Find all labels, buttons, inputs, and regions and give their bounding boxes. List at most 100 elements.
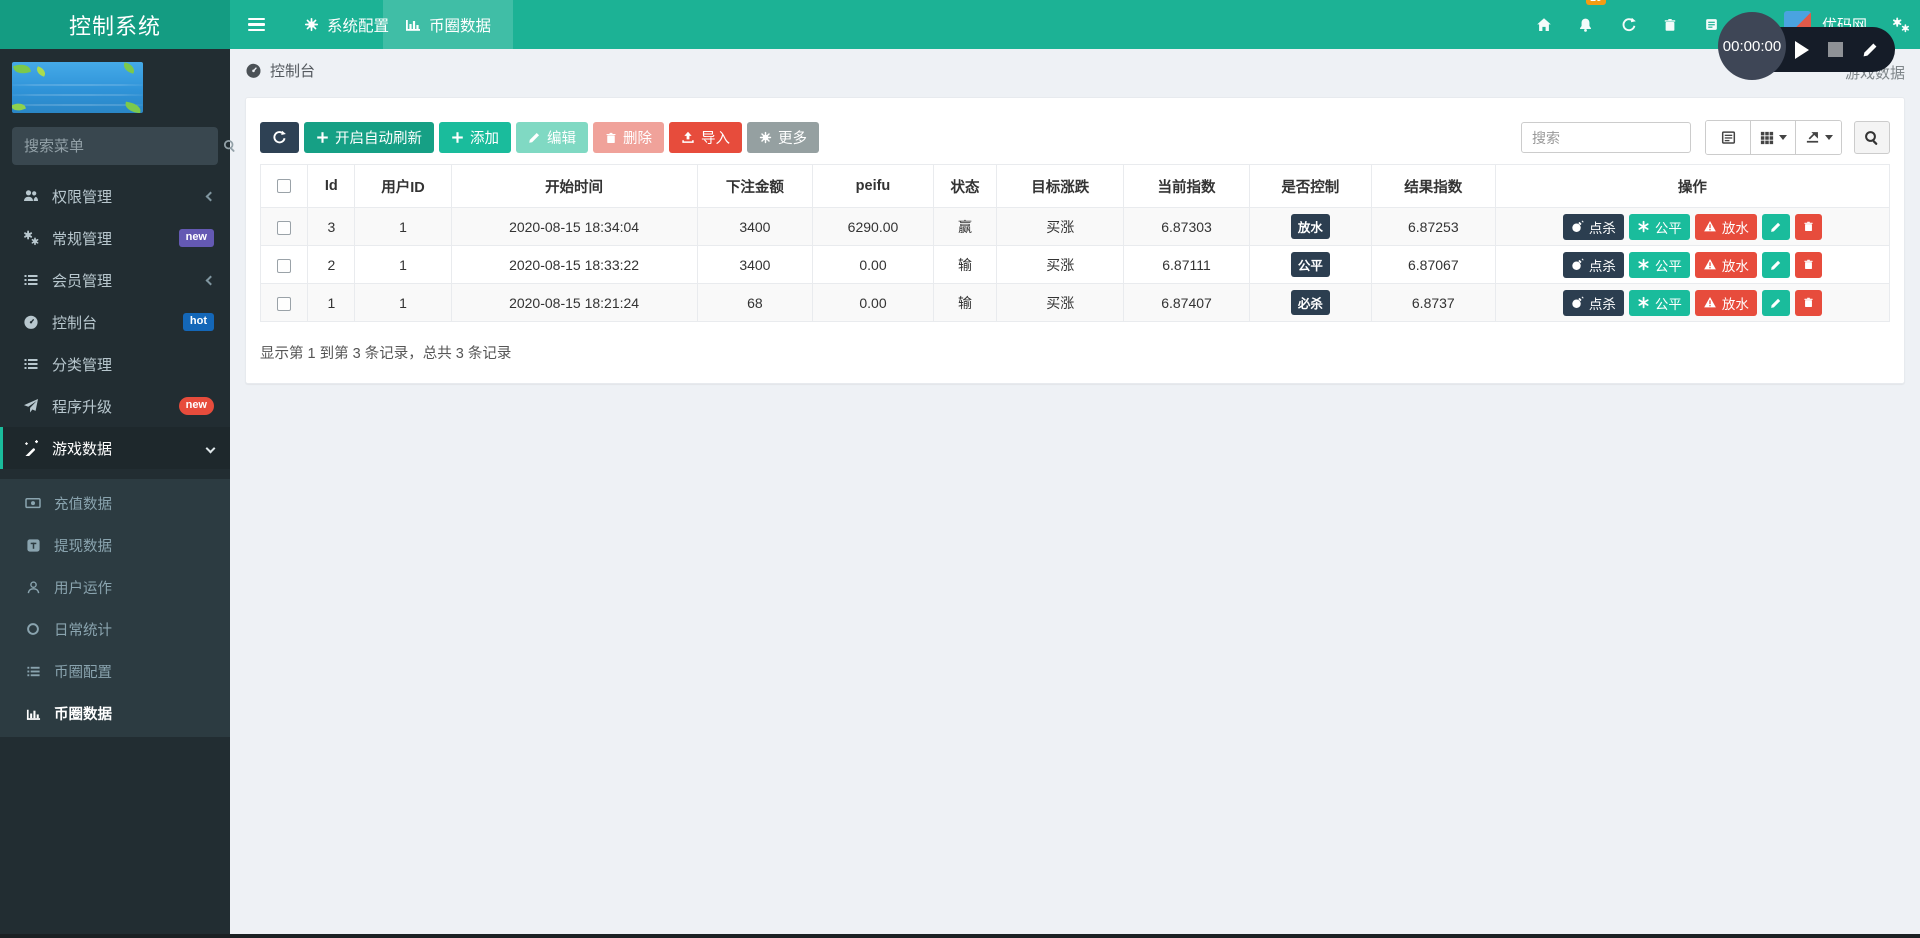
auto-refresh-button[interactable]: 开启自动刷新 [304, 122, 434, 153]
trash-icon [1804, 297, 1813, 308]
sidebar-search[interactable] [12, 127, 235, 165]
sidebar-item-console[interactable]: 控制台 hot [0, 301, 230, 343]
cell-bet: 68 [696, 283, 814, 322]
edit-button[interactable]: 编辑 [516, 122, 588, 153]
sidebar-item-gamedata[interactable]: 游戏数据 [0, 427, 230, 469]
kill-button[interactable]: 点杀 [1562, 251, 1624, 278]
drain-button[interactable]: 放水 [1694, 251, 1757, 278]
refresh-icon[interactable] [1621, 0, 1637, 49]
submenu-item-coindata[interactable]: 币圈数据 [0, 692, 230, 734]
row-checkbox[interactable] [277, 258, 292, 273]
cell-current: 6.87303 [1123, 207, 1250, 246]
select-all-checkbox[interactable] [277, 179, 292, 194]
col-result[interactable]: 结果指数 [1370, 164, 1496, 208]
col-bet[interactable]: 下注金额 [696, 164, 814, 208]
cell-result: 6.8737 [1370, 283, 1496, 322]
col-control[interactable]: 是否控制 [1248, 164, 1372, 208]
row-checkbox[interactable] [277, 296, 292, 311]
sidebar-item-members[interactable]: 会员管理 [0, 259, 230, 301]
submenu-item-useraction[interactable]: 用户运作 [0, 566, 230, 608]
users-icon [20, 188, 42, 204]
fair-button[interactable]: 公平 [1628, 251, 1690, 278]
col-target[interactable]: 目标涨跌 [996, 164, 1125, 208]
sidebar-item-upgrade[interactable]: 程序升级 new [0, 385, 230, 427]
recorder-timer[interactable]: 00:00:00 [1718, 12, 1786, 80]
search-icon[interactable] [223, 137, 237, 155]
table-row: 2 1 2020-08-15 18:33:22 3400 0.00 输 买涨 6… [259, 245, 1891, 284]
col-actions[interactable]: 操作 [1494, 164, 1891, 208]
upload-icon [682, 131, 694, 143]
row-checkbox[interactable] [277, 220, 292, 235]
delete-row-button[interactable] [1794, 251, 1822, 278]
cell-peifu: 0.00 [812, 283, 934, 322]
import-button[interactable]: 导入 [669, 122, 742, 153]
col-peifu[interactable]: peifu [812, 164, 934, 208]
submenu-item-dailystats[interactable]: 日常统计 [0, 608, 230, 650]
chevron-down-icon [205, 443, 216, 453]
fair-button[interactable]: 公平 [1628, 213, 1690, 240]
col-current[interactable]: 当前指数 [1123, 164, 1250, 208]
submenu-item-label: 日常统计 [54, 622, 112, 639]
list-icon [20, 356, 42, 372]
document-icon[interactable] [1704, 0, 1719, 49]
refresh-button[interactable] [260, 122, 299, 153]
more-button[interactable]: 更多 [747, 122, 819, 153]
cell-starttime: 2020-08-15 18:33:22 [450, 245, 698, 284]
table-search-input[interactable] [1521, 122, 1691, 153]
stop-icon[interactable] [1828, 42, 1843, 57]
cell-userid: 1 [354, 207, 452, 246]
submenu-item-withdraw[interactable]: 提现数据 [0, 524, 230, 566]
sidebar-toggle-button[interactable] [230, 0, 282, 49]
drain-button[interactable]: 放水 [1694, 213, 1757, 240]
play-icon[interactable] [1795, 40, 1809, 59]
settings-cogs-icon[interactable] [1892, 0, 1911, 49]
toolbar: 开启自动刷新 添加 编辑 删除 导入 更多 [260, 122, 819, 153]
edit-row-button[interactable] [1761, 251, 1790, 278]
submenu-item-recharge[interactable]: 充值数据 [0, 482, 230, 524]
caret-down-icon [1824, 135, 1833, 140]
tab-label: 币圈数据 [429, 17, 492, 35]
delete-row-button[interactable] [1794, 213, 1822, 240]
col-status[interactable]: 状态 [932, 164, 998, 208]
sidebar-item-categories[interactable]: 分类管理 [0, 343, 230, 385]
home-icon[interactable] [1536, 0, 1552, 49]
pencil-icon[interactable] [1862, 41, 1879, 59]
export-button[interactable] [1796, 121, 1841, 154]
cell-status: 输 [932, 283, 998, 322]
notification-count-badge: 10 [1586, 0, 1606, 5]
sidebar-item-permissions[interactable]: 权限管理 [0, 175, 230, 217]
detail-view-button[interactable] [1706, 121, 1751, 154]
edit-row-button[interactable] [1761, 213, 1790, 240]
table-header-row: Id 用户ID 开始时间 下注金额 peifu 状态 目标涨跌 当前指数 是否控… [259, 164, 1891, 208]
tab-label: 系统配置 [327, 17, 390, 35]
pencil-icon [1770, 222, 1781, 232]
submenu-item-coinconfig[interactable]: 币圈配置 [0, 650, 230, 692]
hot-badge: hot [182, 313, 214, 331]
sidebar-item-general[interactable]: 常规管理 new [0, 217, 230, 259]
kill-button[interactable]: 点杀 [1562, 289, 1624, 316]
col-userid[interactable]: 用户ID [354, 164, 452, 208]
delete-button[interactable]: 删除 [593, 122, 664, 153]
cell-target: 买涨 [996, 207, 1125, 246]
warning-icon [1703, 296, 1716, 308]
cell-peifu: 6290.00 [812, 207, 934, 246]
asterisk-icon [1638, 296, 1649, 309]
logo-image [12, 62, 143, 113]
tab-coin-data[interactable]: 币圈数据 [383, 0, 514, 49]
search-icon-button[interactable] [1854, 121, 1890, 154]
fair-button[interactable]: 公平 [1628, 289, 1690, 316]
kill-button[interactable]: 点杀 [1562, 213, 1624, 240]
col-starttime[interactable]: 开始时间 [450, 164, 698, 208]
delete-row-button[interactable] [1794, 289, 1822, 316]
drain-button[interactable]: 放水 [1694, 289, 1757, 316]
edit-row-button[interactable] [1761, 289, 1790, 316]
sidebar-search-input[interactable] [24, 137, 223, 155]
columns-grid-button[interactable] [1751, 121, 1796, 154]
asterisk-icon [1638, 220, 1649, 233]
add-button[interactable]: 添加 [439, 122, 511, 153]
col-id[interactable]: Id [307, 164, 356, 208]
trash-icon[interactable] [1663, 0, 1677, 49]
submenu-item-label: 币圈配置 [54, 664, 112, 681]
gears-icon [20, 230, 42, 246]
cell-bet: 3400 [696, 245, 814, 284]
